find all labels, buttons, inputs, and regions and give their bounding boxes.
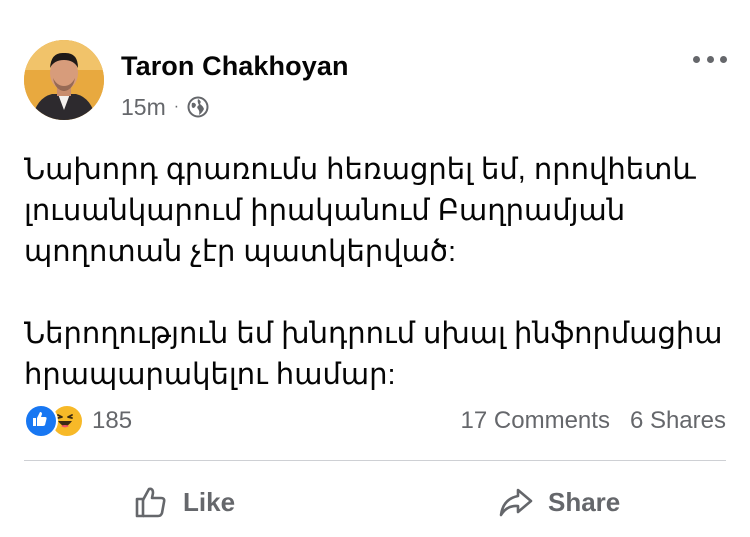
divider — [24, 460, 726, 461]
author-name[interactable]: Taron Chakhoyan — [121, 51, 349, 82]
globe-icon[interactable] — [187, 96, 209, 118]
share-button[interactable]: Share — [498, 480, 620, 524]
like-reaction-icon — [24, 404, 58, 438]
post-timestamp[interactable]: 15m — [121, 94, 166, 121]
share-label: Share — [548, 486, 621, 517]
post-text-line: Նախորդ գրառումս հեռացրել եմ, որովհետև — [24, 154, 696, 186]
comments-count-link[interactable]: 17 Comments — [461, 407, 610, 435]
more-dot — [706, 55, 714, 63]
more-options-icon[interactable] — [693, 50, 727, 68]
meta-separator: · — [173, 98, 180, 115]
post-meta: 15m · — [121, 93, 209, 121]
avatar-image — [24, 40, 104, 120]
post-stats: 17 Comments 6 Shares — [461, 404, 726, 438]
post-paragraph: Նախորդ գրառումս հեռացրել եմ, որովհետև լո… — [24, 150, 734, 273]
post-paragraph: Ներողություն եմ խնդրում սխալ ինֆորմացիա … — [24, 314, 734, 396]
shares-count-link[interactable]: 6 Shares — [630, 407, 726, 435]
facebook-post: Taron Chakhoyan 15m · Նախորդ գրառումս հե… — [0, 0, 750, 537]
more-dot — [693, 55, 700, 63]
author-avatar[interactable] — [24, 40, 104, 120]
thumbs-up-icon — [135, 487, 166, 518]
share-arrow-icon — [499, 488, 533, 517]
post-text-line: պողոտան չէր պատկերված: — [24, 236, 457, 268]
like-label: Like — [183, 486, 236, 517]
post-text: Նախորդ գրառումս հեռացրել եմ, որովհետև լո… — [24, 150, 734, 396]
reaction-count: 185 — [92, 407, 133, 434]
post-text-line: լուսանկարում իրականում Բաղրամյան — [24, 195, 626, 227]
more-dot — [720, 55, 727, 63]
post-text-line: Ներողություն եմ խնդրում սխալ ինֆորմացիա — [24, 318, 723, 350]
reactions-summary[interactable]: 185 — [24, 404, 132, 438]
like-button[interactable]: Like — [133, 480, 235, 524]
post-text-line: հրապարակելու համար: — [24, 359, 396, 391]
